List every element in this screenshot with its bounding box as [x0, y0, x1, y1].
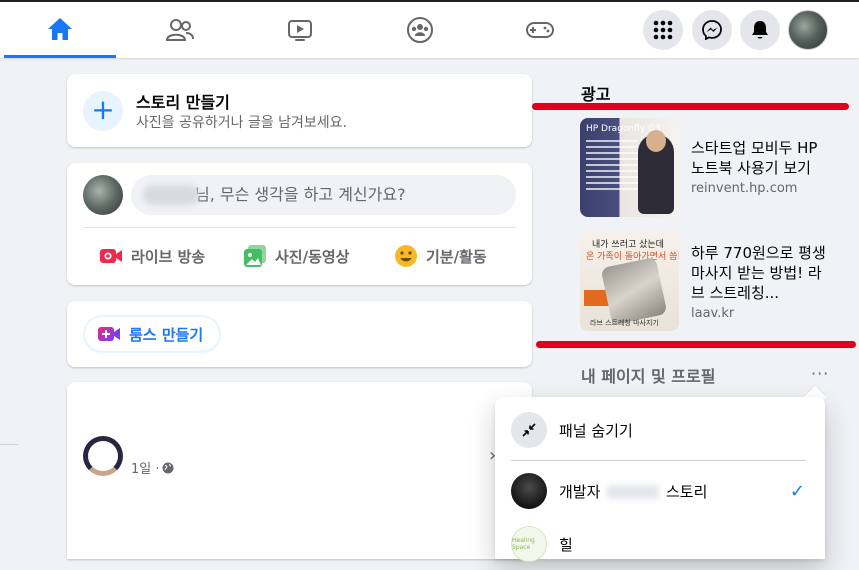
globe-icon [162, 462, 173, 473]
more-options-icon[interactable]: ··· [811, 364, 829, 383]
page-name-prefix: 개발자 [559, 482, 601, 501]
redacted-text [607, 485, 660, 499]
page-name-suffix: 스토리 [665, 482, 708, 501]
hide-panel-label: 패널 숨기기 [559, 421, 633, 440]
photo-video-button[interactable]: 사진/동영상 [243, 241, 349, 271]
create-story-title: 스토리 만들기 [136, 93, 230, 112]
room-video-icon [97, 325, 121, 343]
status-input[interactable]: 님, 무슨 생각을 하고 계신가요? [131, 175, 516, 215]
photo-video-label: 사진/동영상 [275, 247, 350, 266]
top-navigation-bar [0, 0, 859, 58]
page-name-label: 개발자 스토리 [559, 481, 707, 502]
friends-tab[interactable] [124, 2, 236, 58]
plus-icon[interactable]: + [83, 91, 123, 131]
create-room-button[interactable]: 룸스 만들기 [83, 315, 221, 353]
ad-image-text-lines [586, 140, 638, 192]
post-time[interactable]: 1일 · [131, 458, 160, 477]
live-video-button[interactable]: 라이브 방송 [99, 241, 205, 271]
profile-avatar-button[interactable] [788, 10, 828, 50]
bell-icon [752, 21, 768, 39]
composer-avatar[interactable] [83, 175, 123, 215]
red-annotation-line-bottom [536, 341, 856, 348]
rooms-card: 룸스 만들기 [67, 301, 532, 367]
video-play-icon [288, 20, 312, 41]
page-item-healing[interactable]: Healing Space 힐 [495, 518, 825, 570]
ad-domain-laav[interactable]: laav.kr [691, 306, 734, 321]
composer-divider [83, 227, 516, 228]
pages-options-menu: 패널 숨기기 개발자 스토리 ✓ Healing Space 힐 [495, 397, 825, 562]
menu-button[interactable] [643, 10, 683, 50]
red-annotation-line-top [532, 103, 849, 110]
grid-menu-icon [653, 20, 673, 40]
live-video-icon [99, 246, 123, 266]
redacted-name [143, 185, 199, 205]
page-name-label-2: 힐 [559, 535, 573, 554]
ad-image-text-2: 온 가족이 돌아가면서 씀! [586, 252, 679, 262]
friends-icon [166, 19, 194, 41]
feeling-activity-button[interactable]: 기분/활동 [394, 241, 487, 271]
pages-heading: 내 페이지 및 프로필 [581, 367, 716, 386]
ads-heading: 광고 [581, 85, 611, 104]
page-thumbnail-healing: Healing Space [511, 526, 547, 562]
ad-image-caption-2: 라브 스트레칭 마사지기 [590, 319, 659, 327]
groups-tab[interactable] [364, 2, 476, 58]
create-story-subtitle: 사진을 공유하거나 글을 남겨보세요. [136, 115, 347, 131]
feeling-icon [394, 244, 418, 268]
home-icon [48, 17, 72, 40]
photo-video-icon [243, 244, 267, 268]
menu-divider [511, 460, 806, 461]
messenger-icon [702, 20, 722, 40]
post-composer-card: 님, 무슨 생각을 하고 계신가요? 라이브 방송 사진/동영상 기분/활동 [67, 163, 532, 285]
gamepad-icon [526, 22, 554, 38]
ad-title-hp[interactable]: 스타트업 모비두 HP 노트북 사용기 보기 [691, 138, 831, 178]
ad-domain-hp[interactable]: reinvent.hp.com [691, 181, 797, 196]
feed-post-card: 1일 · › [67, 382, 532, 559]
ad-image-massage-mat [600, 256, 668, 326]
ad-image-laav[interactable]: 내가 쓰러고 샀는데 온 가족이 돌아가면서 씀! 라브 스트레칭 마사지기 [580, 232, 679, 331]
ad-image-hp[interactable]: HP Dragonfly G3 [580, 118, 679, 217]
page-item-developer-story[interactable]: 개발자 스토리 ✓ [495, 465, 825, 517]
notifications-button[interactable] [740, 10, 780, 50]
ad-title-laav[interactable]: 하루 770원으로 평생 마사지 받는 방법! 라브 스트레칭... [691, 243, 831, 303]
home-tab[interactable] [4, 2, 116, 58]
ad-image-face [646, 130, 666, 152]
feeling-activity-label: 기분/활동 [426, 247, 487, 266]
page-thumbnail-keyboard [511, 473, 547, 509]
status-input-placeholder: 님, 무슨 생각을 하고 계신가요? [195, 185, 406, 204]
checkmark-icon: ✓ [789, 480, 805, 502]
post-meta: 1일 · [131, 458, 174, 477]
left-divider [0, 444, 18, 445]
post-author-avatar[interactable] [83, 436, 123, 476]
messenger-button[interactable] [692, 10, 732, 50]
watch-tab[interactable] [244, 2, 356, 58]
create-story-card[interactable]: + 스토리 만들기 사진을 공유하거나 글을 남겨보세요. [67, 74, 532, 147]
create-room-label: 룸스 만들기 [129, 325, 204, 344]
groups-icon [407, 17, 433, 43]
collapse-icon [511, 412, 547, 448]
hide-panel-item[interactable]: 패널 숨기기 [495, 404, 825, 456]
live-video-label: 라이브 방송 [131, 247, 206, 266]
gaming-tab[interactable] [484, 2, 596, 58]
